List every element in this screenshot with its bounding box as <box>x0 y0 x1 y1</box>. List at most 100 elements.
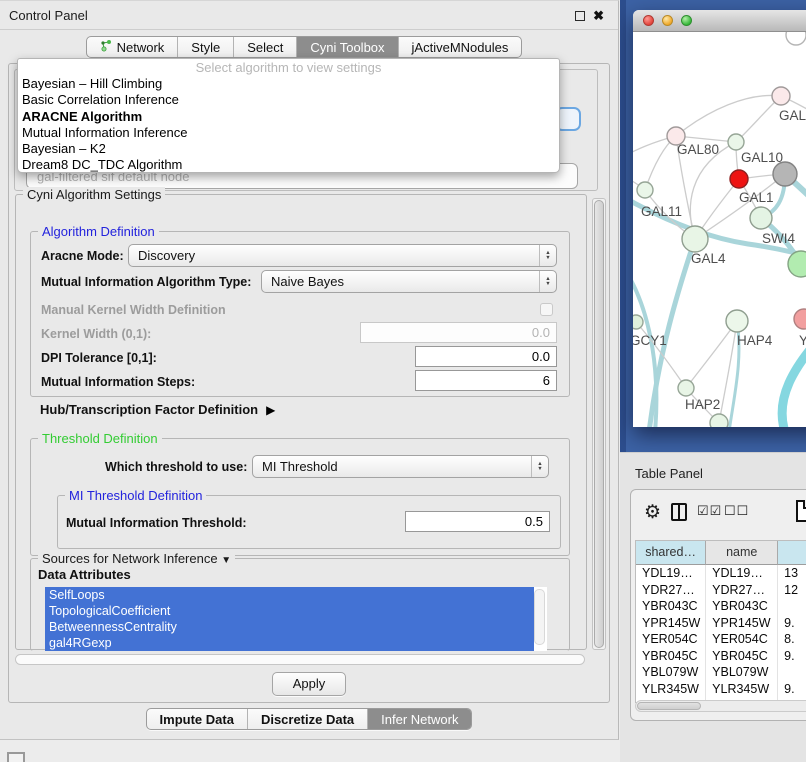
network-node[interactable] <box>788 251 806 277</box>
algorithm-dropdown-list: Bayesian – Hill ClimbingBasic Correlatio… <box>18 76 559 174</box>
table-row[interactable]: YER054CYER054C8. <box>636 631 806 648</box>
table-cell: YER054C <box>706 631 778 648</box>
algorithm-dropdown-prompt: Select algorithm to view settings <box>18 59 559 76</box>
attribute-list-item[interactable]: TopologicalCoefficient <box>45 603 534 619</box>
mi-type-combobox[interactable]: Naive Bayes ▲▼ <box>261 270 557 293</box>
table-row[interactable]: YLR345WYLR345W9. <box>636 681 806 698</box>
network-window-titlebar[interactable] <box>633 10 806 32</box>
manual-kernel-checkbox[interactable] <box>540 303 553 316</box>
table-row[interactable]: YDR27…YDR27…12 <box>636 582 806 599</box>
network-node[interactable] <box>678 380 694 396</box>
table-row[interactable]: YBL079WYBL079W <box>636 664 806 681</box>
columns-icon[interactable] <box>671 503 687 521</box>
dpi-tolerance-input[interactable]: 0.0 <box>415 346 557 367</box>
algorithm-option[interactable]: Bayesian – K2 <box>18 141 559 157</box>
table-column-header[interactable] <box>778 541 806 565</box>
table-scrollbar-thumb[interactable] <box>637 702 701 710</box>
network-node[interactable] <box>772 87 790 105</box>
network-node[interactable] <box>633 315 643 329</box>
node-table[interactable]: shared…name YDL19…YDL19…13YDR27…YDR27…12… <box>635 540 806 703</box>
minimize-window-icon[interactable] <box>662 15 673 26</box>
combo-spinner-icon[interactable]: ▲▼ <box>539 271 556 292</box>
tab-discretize-data[interactable]: Discretize Data <box>248 709 368 729</box>
control-panel-title: Control Panel <box>0 8 88 23</box>
table-cell: 13 <box>778 565 806 582</box>
aracne-mode-value: Discovery <box>138 248 195 263</box>
table-cell: 12 <box>778 582 806 599</box>
algorithm-option[interactable]: Dream8 DC_TDC Algorithm <box>18 157 559 173</box>
collapse-arrow-icon[interactable]: ▼ <box>221 555 231 566</box>
threshold-definition-group: Threshold Definition Which threshold to … <box>30 438 570 556</box>
table-row[interactable]: YBR045CYBR045C9. <box>636 648 806 665</box>
which-threshold-combobox[interactable]: MI Threshold ▲▼ <box>252 455 549 478</box>
table-row[interactable]: YPR145WYPR145W9. <box>636 615 806 632</box>
close-window-icon[interactable] <box>643 15 654 26</box>
table-cell: 9. <box>778 615 806 632</box>
algorithm-option[interactable]: Bayesian – Hill Climbing <box>18 76 559 92</box>
tab-select[interactable]: Select <box>234 37 297 57</box>
network-node[interactable] <box>637 182 653 198</box>
settings-horizontal-scrollbar[interactable] <box>15 654 585 665</box>
table-cell: 8. <box>778 631 806 648</box>
apply-row: Apply <box>9 672 609 696</box>
network-node[interactable] <box>726 310 748 332</box>
zoom-window-icon[interactable] <box>681 15 692 26</box>
algorithm-option[interactable]: Basic Correlation Inference <box>18 92 559 108</box>
network-view-window: GALGAL80GAL10GAL11GAL1SWI4GAL4GCY1HAP4YH… <box>633 10 806 427</box>
mi-threshold-value: 0.5 <box>525 514 543 529</box>
network-node[interactable] <box>750 207 772 229</box>
float-panel-icon[interactable] <box>575 11 585 21</box>
network-node[interactable] <box>786 32 806 45</box>
combo-spinner-icon[interactable]: ▲▼ <box>539 245 556 266</box>
network-node[interactable] <box>728 134 744 150</box>
table-horizontal-scrollbar[interactable] <box>635 700 806 712</box>
tab-infer-network[interactable]: Infer Network <box>368 709 471 729</box>
select-all-checkboxes-icon[interactable]: ☑☑ <box>697 503 722 519</box>
network-node[interactable] <box>682 226 708 252</box>
cyni-algorithm-settings-title: Cyni Algorithm Settings <box>23 187 165 202</box>
aracne-mode-combobox[interactable]: Discovery ▲▼ <box>128 244 557 267</box>
tab-network[interactable]: Network <box>87 37 179 57</box>
network-node[interactable] <box>773 162 797 186</box>
attribute-list-item[interactable]: SelfLoops <box>45 587 534 603</box>
mi-steps-input[interactable]: 6 <box>415 370 557 391</box>
minimized-panel-icon[interactable] <box>7 752 25 762</box>
table-column-header[interactable]: name <box>706 541 778 565</box>
algorithm-option[interactable]: Mutual Information Inference <box>18 125 559 141</box>
table-panel-body: ⚙ ☑☑ ☐☐ shared…name YDL19…YDL19…13YDR27…… <box>630 489 806 721</box>
deselect-all-checkboxes-icon[interactable]: ☐☐ <box>724 503 749 519</box>
apply-button[interactable]: Apply <box>272 672 347 696</box>
tab-jactivemnodules[interactable]: jActiveMNodules <box>399 37 522 57</box>
tab-cyni-toolbox[interactable]: Cyni Toolbox <box>297 37 398 57</box>
network-node[interactable] <box>794 309 806 329</box>
network-node[interactable] <box>710 414 728 427</box>
settings-vertical-scrollbar[interactable] <box>592 198 606 650</box>
network-edge[interactable] <box>686 321 737 388</box>
tab-discretize-data-label: Discretize Data <box>261 712 354 727</box>
close-panel-icon[interactable]: ✖ <box>593 11 604 21</box>
tab-network-label: Network <box>117 40 165 55</box>
network-node-label: GAL11 <box>641 204 682 219</box>
kernel-width-input[interactable]: 0.0 <box>360 322 557 343</box>
table-column-header[interactable]: shared… <box>636 541 706 565</box>
network-node-label: SWI4 <box>762 231 795 246</box>
algorithm-option[interactable]: ARACNE Algorithm <box>18 109 559 125</box>
mi-threshold-input[interactable]: 0.5 <box>405 511 550 532</box>
export-table-icon[interactable] <box>796 500 806 522</box>
hub-definition-expander[interactable]: Hub/Transcription Factor Definition ▶ <box>40 402 275 417</box>
network-node[interactable] <box>730 170 748 188</box>
gear-icon[interactable]: ⚙ <box>644 501 661 525</box>
tab-impute-data[interactable]: Impute Data <box>147 709 248 729</box>
table-row[interactable]: YBR043CYBR043C <box>636 598 806 615</box>
network-edge[interactable] <box>676 95 781 136</box>
settings-scrollbar-thumb[interactable] <box>594 200 604 648</box>
table-row[interactable]: YDL19…YDL19…13 <box>636 565 806 582</box>
network-edge[interactable] <box>719 321 737 423</box>
attributes-scrollbar[interactable] <box>534 589 545 645</box>
network-canvas[interactable]: GALGAL80GAL10GAL11GAL1SWI4GAL4GCY1HAP4YH… <box>633 32 806 427</box>
attribute-list-item[interactable]: gal4RGexp <box>45 635 534 651</box>
combo-spinner-icon[interactable]: ▲▼ <box>531 456 548 477</box>
data-attributes-listbox[interactable]: SelfLoopsTopologicalCoefficientBetweenne… <box>45 587 547 651</box>
attribute-list-item[interactable]: BetweennessCentrality <box>45 619 534 635</box>
tab-style[interactable]: Style <box>178 37 234 57</box>
